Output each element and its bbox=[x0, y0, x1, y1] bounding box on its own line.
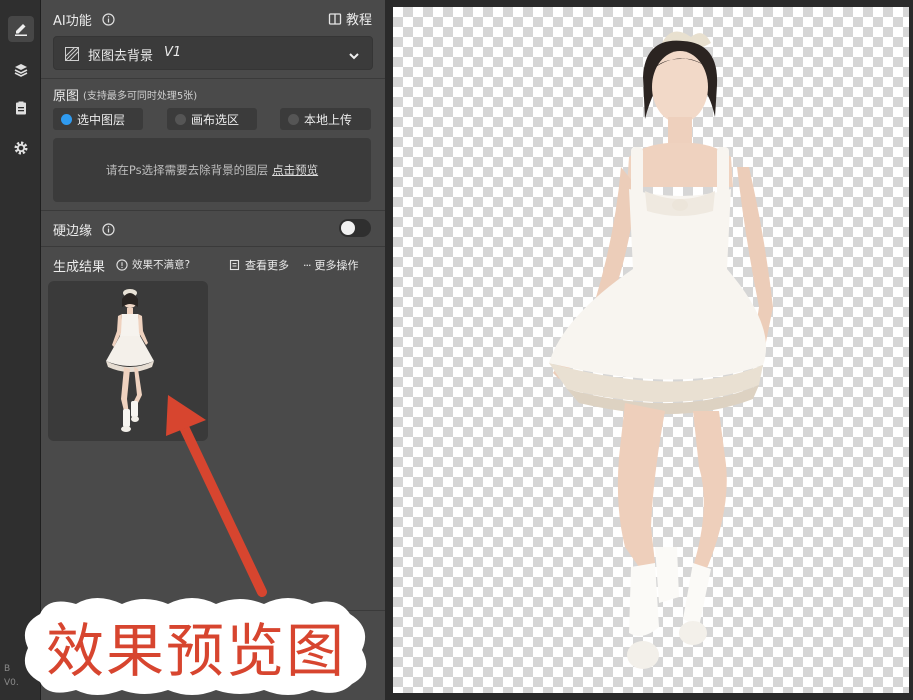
annotation-caption-text: 效果预览图 bbox=[45, 617, 346, 685]
annotation-caption: 效果预览图 bbox=[18, 594, 374, 698]
